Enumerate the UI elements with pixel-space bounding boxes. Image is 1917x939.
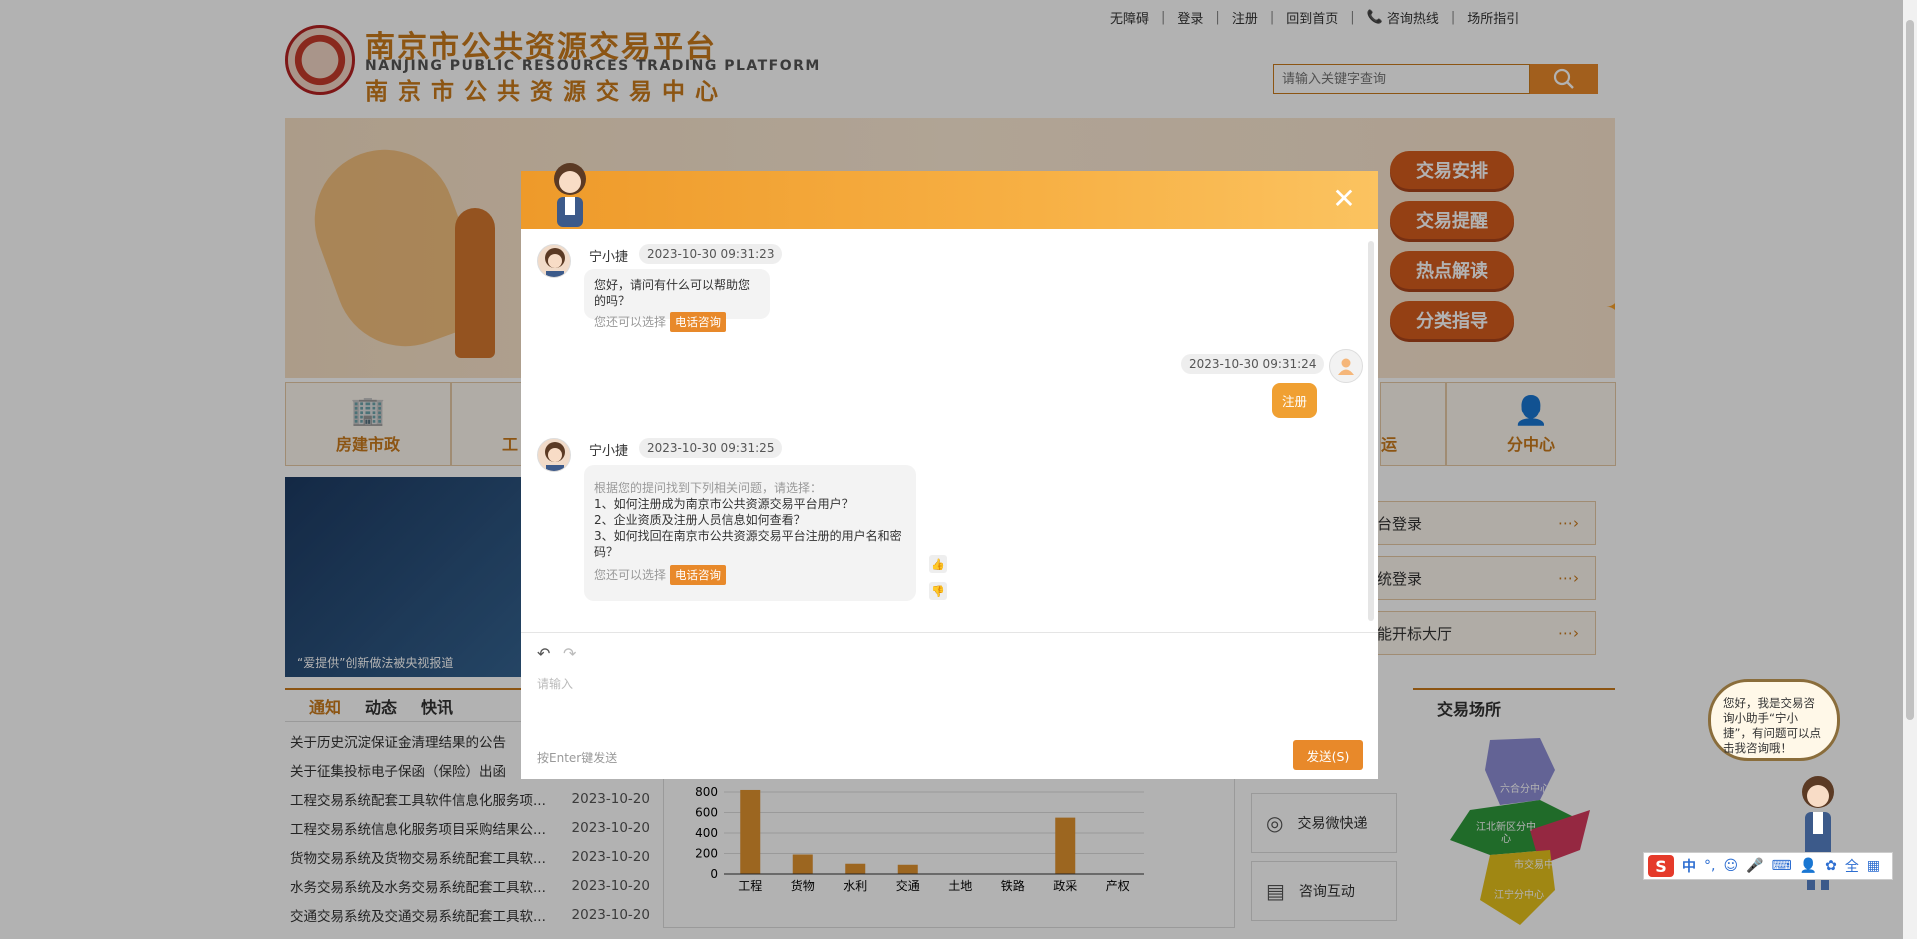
thumbs-up-button[interactable]: 👍 — [929, 555, 947, 573]
thumbs-up-icon: 👍 — [931, 557, 945, 571]
bot-message-bubble: 您好，请问有什么可以帮助您的吗？ 您还可以选择 电话咨询 — [584, 269, 770, 332]
chat-scrollbar[interactable] — [1368, 241, 1374, 621]
undo-button[interactable]: ↶ — [537, 644, 550, 663]
bot-message-text: 您好，请问有什么可以帮助您的吗？ — [594, 278, 751, 308]
user-icon — [1338, 358, 1354, 375]
bot-avatar — [537, 244, 571, 278]
ime-mode-toggle[interactable]: 中 — [1682, 856, 1696, 876]
thumbs-down-button[interactable]: 👎 — [929, 582, 947, 600]
bot-avatar — [537, 438, 571, 472]
message-timestamp: 2023-10-30 09:31:24 — [1181, 354, 1325, 374]
emoji-icon[interactable]: ☺ — [1723, 858, 1738, 874]
skin-icon[interactable]: ✿ — [1825, 858, 1837, 874]
modal-header — [521, 171, 1378, 229]
scrollbar-thumb[interactable] — [1906, 20, 1914, 720]
send-hint: 按Enter键发送 — [537, 751, 618, 765]
punctuation-icon[interactable]: °, — [1704, 858, 1715, 874]
assistant-avatar-large — [554, 163, 586, 227]
bot-name: 宁小捷 — [589, 250, 629, 265]
thumbs-down-icon: 👎 — [931, 584, 945, 598]
bot-name: 宁小捷 — [589, 444, 629, 459]
close-icon: ✕ — [1332, 182, 1356, 215]
fullwidth-icon[interactable]: 全 — [1845, 856, 1859, 876]
input-divider — [521, 632, 1378, 633]
window-scrollbar[interactable] — [1903, 0, 1917, 939]
chat-history[interactable]: 宁小捷 2023-10-30 09:31:23 您好，请问有什么可以帮助您的吗？… — [521, 229, 1378, 629]
message-timestamp: 2023-10-30 09:31:25 — [639, 438, 783, 458]
ime-toolbar: S 中 °, ☺ 🎤 ⌨ 👤 ✿ 全 ▦ — [1643, 852, 1893, 880]
phone-consult-tag[interactable]: 电话咨询 — [670, 565, 727, 585]
close-button[interactable]: ✕ — [1332, 185, 1356, 213]
choose-label: 您还可以选择 — [594, 568, 667, 582]
helper-speech-bubble[interactable]: 您好，我是交易咨询小助手“宁小捷”，有问题可以点击我咨询哦！ — [1708, 679, 1840, 761]
user-message-bubble: 注册 — [1272, 383, 1318, 418]
user-avatar — [1329, 349, 1363, 383]
phone-consult-tag[interactable]: 电话咨询 — [670, 312, 727, 332]
undo-icon: ↶ — [537, 644, 551, 663]
message-timestamp: 2023-10-30 09:31:23 — [639, 244, 783, 264]
chat-modal: ✕ 宁小捷 2023-10-30 09:31:23 您好，请问有什么可以帮助您的… — [521, 163, 1378, 779]
message-input[interactable]: 请输入 — [537, 675, 573, 692]
bot-message-bubble: 根据您的提问找到下列相关问题，请选择： 1、如何注册成为南京市公共资源交易平台用… — [584, 465, 916, 601]
microphone-icon[interactable]: 🎤 — [1746, 858, 1763, 874]
redo-icon: ↷ — [563, 644, 577, 663]
suggestion-intro: 根据您的提问找到下列相关问题，请选择： — [594, 481, 823, 495]
user-icon[interactable]: 👤 — [1800, 858, 1817, 874]
send-button[interactable]: 发送(S) — [1293, 740, 1363, 770]
keyboard-icon[interactable]: ⌨ — [1772, 858, 1792, 874]
suggestion-question-2[interactable]: 2、企业资质及注册人员信息如何查看？ — [594, 512, 906, 528]
redo-button[interactable]: ↷ — [563, 644, 576, 663]
suggestion-question-1[interactable]: 1、如何注册成为南京市公共资源交易平台用户？ — [594, 496, 906, 512]
suggestion-question-3[interactable]: 3、如何找回在南京市公共资源交易平台注册的用户名和密 码？ — [594, 528, 906, 560]
choose-label: 您还可以选择 — [594, 315, 667, 329]
sogou-logo: S — [1648, 855, 1674, 877]
grid-menu-icon[interactable]: ▦ — [1867, 858, 1880, 874]
